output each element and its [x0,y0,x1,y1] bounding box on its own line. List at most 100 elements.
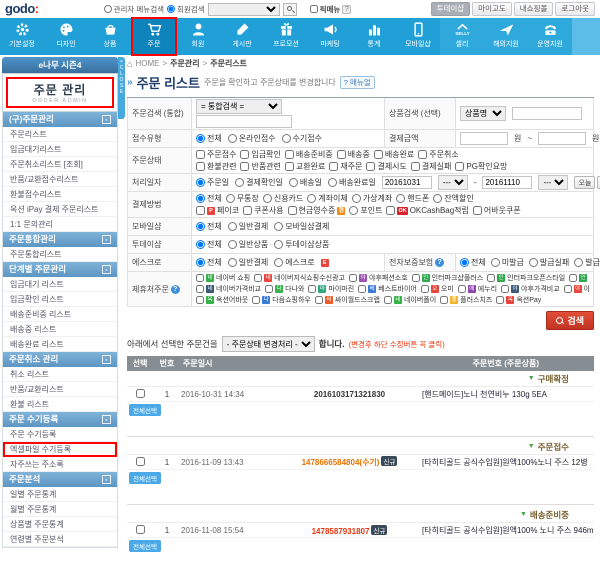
sidebar-item[interactable]: 반품/교환접수리스트 [3,172,117,187]
status2-option[interactable]: PG확인요망 [455,161,507,172]
pick-menu-checkbox[interactable] [310,5,318,13]
sidebar-item[interactable]: 입금확인 리스트 [3,292,117,307]
receipt-radio[interactable] [196,134,205,143]
sidebar-item[interactable]: 배송준비중 리스트 [3,307,117,322]
guarantee-radio[interactable] [460,258,469,267]
sidebar-section-header[interactable]: 단계별 주문관리- [3,262,117,277]
todayshop-option[interactable]: 일반상품 [228,239,268,250]
status1-checkbox[interactable] [196,150,205,159]
partner-option[interactable]: 인인터파크오픈스타일 [487,273,565,283]
payment-option[interactable]: 계좌이체 [307,193,347,204]
top-search-button[interactable] [283,3,297,16]
nav-item-megaphone[interactable]: 마케팅 [308,18,352,55]
partner-option[interactable]: 야야후패션소호 [349,273,408,283]
receipt-radio[interactable] [228,134,237,143]
nav-item-gift[interactable]: 프로모션 [264,18,308,55]
partner-checkbox[interactable] [412,274,420,282]
partner-checkbox[interactable] [384,296,392,304]
search-button[interactable]: 검색 [546,311,594,330]
sidebar-section-header[interactable]: (구)주문관리- [3,112,117,127]
status1-option[interactable]: 배송중 [337,149,370,160]
partner-option[interactable]: 야야후가격비교 [501,284,560,294]
nav-item-basket[interactable]: 상품 [88,18,132,55]
sidebar-item[interactable]: 주문취소리스트 [조회] [3,157,117,172]
time-from-select[interactable]: --- [438,175,468,190]
payment-radio[interactable] [263,194,272,203]
payment-option[interactable]: 가상계좌 [352,193,392,204]
sidebar-close-handle[interactable]: ×CLOSE [118,57,125,119]
payment-extra-option[interactable]: 포인트 [349,205,382,216]
status2-option[interactable]: 재주문 [329,161,362,172]
partner-checkbox[interactable] [196,274,204,282]
receipt-option[interactable]: 수기접수 [282,133,322,144]
partner-option[interactable]: 오오미 [421,284,454,294]
payment-option[interactable]: 핸드폰 [396,193,429,204]
receipt-option[interactable]: 온라인접수 [228,133,276,144]
mobileshop-option[interactable]: 일반결제 [228,221,268,232]
collapse-icon[interactable]: - [102,115,111,124]
partner-checkbox[interactable] [458,285,466,293]
payment-extra-option[interactable]: P페이코 [196,205,239,216]
partner-option[interactable]: 네네이버가격비교 [196,284,261,294]
select-all-badge[interactable]: 전체선택 [129,540,161,552]
payment-extra-option[interactable]: 쿠폰사용 [243,205,283,216]
datetype-radio[interactable] [328,178,337,187]
todayshop-option[interactable]: 투데이샵상품 [274,239,329,250]
nav-item-selly[interactable]: SELLY셀리 [440,18,484,55]
sidebar-item[interactable]: 주문리스트 [3,127,117,142]
payment-extra-checkbox[interactable] [386,206,395,215]
select-all-badge[interactable]: 전체선택 [129,404,161,416]
sidebar-item[interactable]: 1:1 문의관리 [3,217,117,232]
sidebar-item[interactable]: 취소 리스트 [3,367,117,382]
sidebar-item[interactable]: 주문통합리스트 [3,247,117,262]
status2-checkbox[interactable] [329,162,338,171]
mobileshop-option[interactable]: 전체 [196,221,222,232]
todayshop-radio[interactable] [228,240,237,249]
status2-checkbox[interactable] [196,162,205,171]
top-button-0[interactable]: 투데이샵 [431,2,471,16]
partner-checkbox[interactable] [196,285,204,293]
datetype-option[interactable]: 결제확인일 [235,177,283,188]
sidebar-item[interactable]: 옥션 iPay 결제 주문리스트 [3,202,117,217]
partner-option[interactable]: 네네이버지식쇼핑수신광고 [254,273,345,283]
partner-option[interactable]: 에에누리 [458,284,497,294]
order-group-header[interactable]: ▼구매확정 [127,371,594,387]
payment-option[interactable]: 신용카드 [263,193,303,204]
partner-checkbox[interactable] [265,285,273,293]
partner-checkbox[interactable] [196,296,204,304]
partner-option[interactable]: 네네이버폴이 [384,295,436,305]
escrow-radio[interactable] [274,258,283,267]
sidebar-section-header[interactable]: 주문취소 관리- [3,352,117,367]
payment-option[interactable]: 전체 [196,193,222,204]
sidebar-item[interactable]: 배송중 리스트 [3,322,117,337]
status1-option[interactable]: 입금확인 [240,149,280,160]
guarantee-radio[interactable] [529,258,538,267]
mobileshop-radio[interactable] [196,222,205,231]
order-product[interactable]: [타히티골드 공식수입원]원액100% 노니 주스 946ml x 2병 외1건 [422,525,594,536]
payment-extra-checkbox[interactable] [243,206,252,215]
partner-checkbox[interactable] [308,285,316,293]
datetype-option[interactable]: 배송완료일 [328,177,376,188]
status2-option[interactable]: 환불관련 [196,161,236,172]
godo-logo[interactable]: godo: [5,1,39,17]
status2-checkbox[interactable] [285,162,294,171]
sidebar-item[interactable]: 환불접수리스트 [3,187,117,202]
payment-radio[interactable] [396,194,405,203]
order-search-input[interactable] [196,115,292,128]
top-search-select[interactable] [208,3,280,16]
status2-option[interactable]: 결제시도 [366,161,406,172]
todayshop-radio[interactable] [196,240,205,249]
payment-extra-checkbox[interactable] [288,206,297,215]
payment-extra-option[interactable]: 어바웃쿠폰 [473,205,521,216]
sidebar-section-header[interactable]: 주문분석- [3,472,117,487]
sidebar-item[interactable]: 반품/교환리스트 [3,382,117,397]
status2-checkbox[interactable] [366,162,375,171]
partner-option[interactable]: 베베스트바이어 [358,284,417,294]
collapse-icon[interactable]: - [102,265,111,274]
partner-option[interactable]: 네네이버 쇼핑 [196,273,250,283]
payment-extra-option[interactable]: 현금영수증현 [288,205,346,216]
payment-extra-option[interactable]: OKOKCashBag적립 [386,205,468,216]
status1-option[interactable]: 주문취소 [418,149,458,160]
status2-checkbox[interactable] [411,162,420,171]
sidebar-item[interactable]: 일별 주문통계 [3,487,117,502]
